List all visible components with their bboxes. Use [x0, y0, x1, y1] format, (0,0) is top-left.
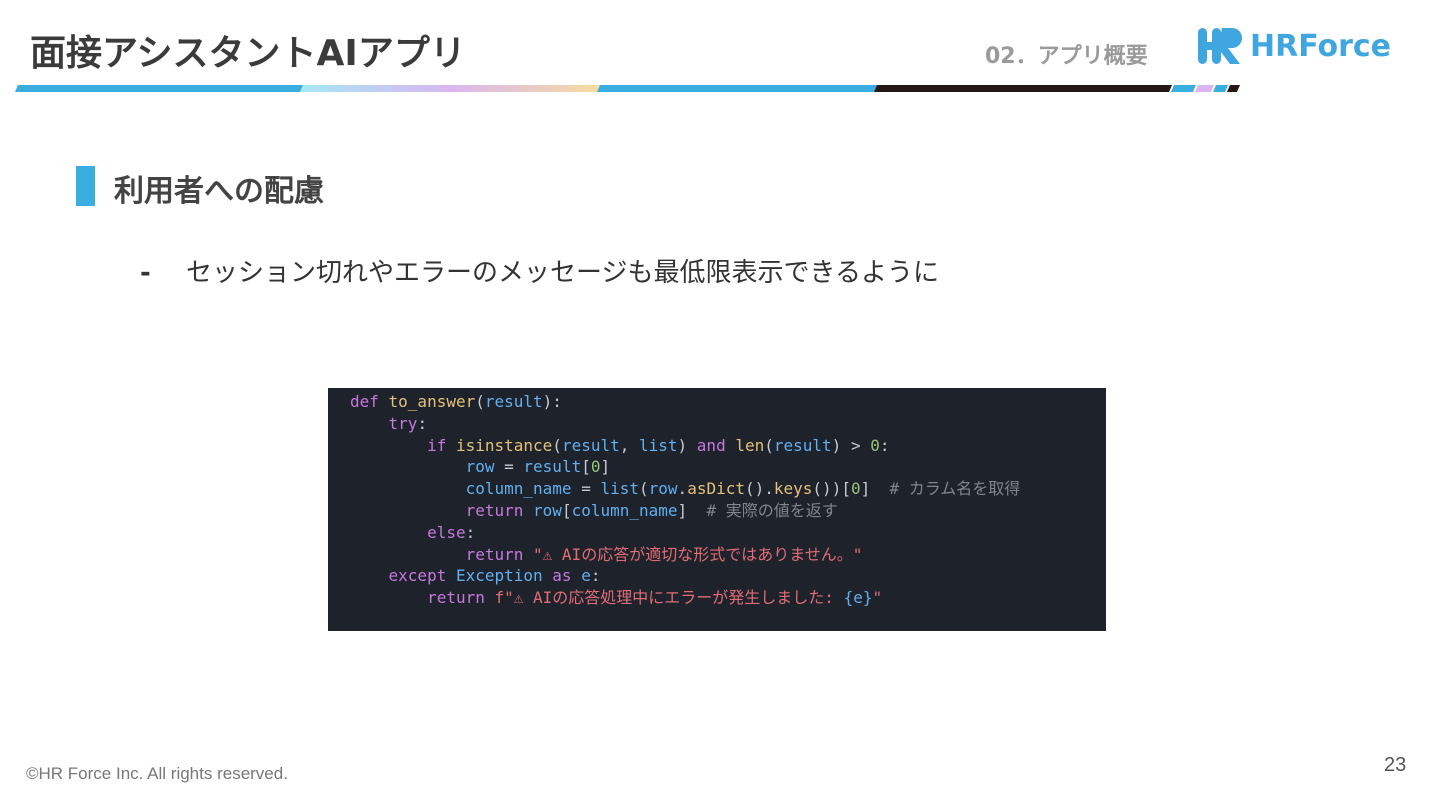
code-token: 0 — [850, 479, 861, 499]
code-token: asDict — [687, 479, 745, 499]
code-line: column_name = list(row.asDict().keys())[… — [350, 478, 1106, 500]
code-token: column_name — [465, 479, 572, 499]
code-token: return — [465, 500, 534, 520]
code-token: row — [533, 500, 562, 520]
code-token: ] — [860, 479, 890, 499]
code-screenshot: def to_answer(result): try: if isinstanc… — [328, 388, 1106, 631]
code-token: ( — [475, 392, 485, 411]
code-line: else: — [350, 522, 1106, 544]
hr-logo-icon — [1198, 28, 1242, 64]
copyright: ©HR Force Inc. All rights reserved. — [26, 764, 288, 783]
page-number: 23 — [1384, 754, 1407, 776]
code-token: : — [417, 413, 428, 433]
code-line: row = result[0] — [350, 456, 1106, 478]
band-segment-small-pink — [1195, 85, 1214, 92]
code-line: try: — [350, 413, 1106, 435]
code-token: list — [600, 479, 639, 499]
code-token: keys — [773, 479, 813, 499]
code-token: result — [484, 392, 543, 411]
code-token: list — [639, 435, 678, 455]
code-token: ())[ — [812, 479, 851, 499]
code-token: " — [872, 588, 883, 608]
code-token: as — [552, 566, 582, 586]
code-token: ) > — [831, 435, 871, 455]
code-token: ): — [542, 392, 562, 411]
code-token: 0 — [870, 435, 880, 455]
code-token: result — [523, 457, 582, 477]
code-token: ) — [677, 435, 697, 455]
code-token: : — [590, 566, 601, 586]
code-token: f"⚠ AIの応答処理中にエラーが発生しました: — [494, 588, 844, 608]
band-segment-blue-2 — [597, 85, 877, 92]
code-token: e — [581, 566, 591, 586]
heading-accent-bar — [76, 166, 95, 206]
code-token: except — [388, 566, 456, 586]
code-token: row — [465, 457, 495, 477]
code-token: and — [696, 435, 736, 455]
band-segment-small-dark — [1227, 85, 1240, 92]
code-token: [ — [561, 500, 572, 520]
code-token: return — [427, 588, 495, 608]
bullet-dash: - — [140, 258, 151, 288]
header-color-band — [15, 85, 1240, 92]
code-token: else — [427, 522, 466, 542]
band-segment-blue — [15, 85, 303, 92]
code-token: [ — [581, 457, 591, 477]
code-token: : — [465, 522, 476, 542]
code-token: result — [773, 435, 832, 455]
code-token: {e} — [843, 588, 873, 608]
code-token: return — [465, 544, 534, 564]
code-token: Exception — [455, 566, 553, 586]
code-token: ] — [677, 500, 707, 520]
code-token: ] — [600, 457, 611, 477]
code-token: to_answer — [388, 392, 476, 411]
code-token: ( — [639, 479, 649, 499]
bullet-text: セッション切れやエラーのメッセージも最低限表示できるように — [186, 258, 939, 288]
code-line: return f"⚠ AIの応答処理中にエラーが発生しました: {e}" — [350, 587, 1106, 609]
code-token: result — [561, 435, 620, 455]
section-heading: 利用者への配慮 — [114, 174, 324, 209]
code-token: . — [677, 479, 688, 499]
bullet-item: - セッション切れやエラーのメッセージも最低限表示できるように — [140, 252, 939, 289]
band-segment-small-blue-2 — [1213, 85, 1228, 92]
code-token: column_name — [571, 500, 678, 520]
code-line: def to_answer(result): — [350, 391, 1106, 413]
code-token: isinstance — [455, 435, 553, 455]
code-token: # 実際の値を返す — [706, 500, 838, 520]
band-segment-dark — [874, 85, 1172, 92]
code-token: "⚠ AIの応答が適切な形式ではありません。" — [533, 544, 863, 564]
band-segment-gradient — [300, 85, 600, 92]
logo-text: HRForce — [1250, 28, 1392, 64]
code-line: return "⚠ AIの応答が適切な形式ではありません。" — [350, 544, 1106, 566]
code-token: (). — [744, 479, 774, 499]
band-segment-small-blue — [1171, 85, 1196, 92]
code-token: = — [571, 479, 601, 499]
code-token: ( — [552, 435, 562, 455]
code-token: , — [619, 435, 639, 455]
code-token: ( — [764, 435, 774, 455]
code-token: def — [350, 392, 389, 411]
section-label: 02．アプリ概要 — [985, 44, 1148, 69]
code-token: len — [735, 435, 765, 455]
code-token: row — [648, 479, 678, 499]
code-token: = — [494, 457, 524, 477]
code-token: : — [879, 435, 890, 455]
page-title: 面接アシスタントAIアプリ — [30, 33, 466, 74]
code-line: return row[column_name] # 実際の値を返す — [350, 500, 1106, 522]
code-token: if — [427, 435, 456, 455]
company-logo: HRForce — [1196, 24, 1406, 68]
code-token: try — [388, 413, 418, 433]
code-token: # カラム名を取得 — [889, 479, 1021, 499]
code-line: if isinstance(result, list) and len(resu… — [350, 435, 1106, 457]
code-line: except Exception as e: — [350, 565, 1106, 587]
